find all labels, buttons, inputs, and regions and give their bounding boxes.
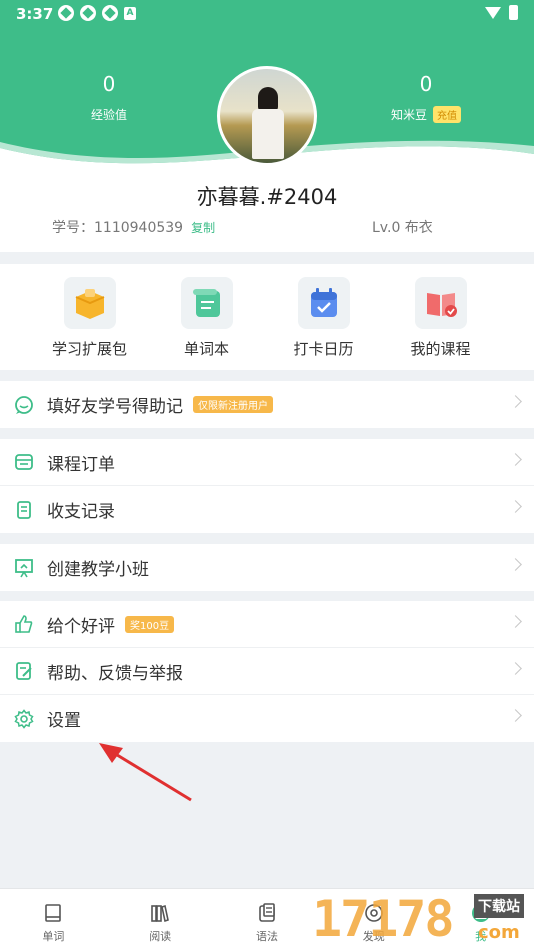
quick-item-label: 学习扩展包 — [51, 340, 127, 358]
copy-button[interactable]: 复制 — [191, 221, 215, 235]
chevron-right-icon — [509, 615, 522, 628]
menu-label: 给个好评 — [47, 616, 115, 637]
chevron-right-icon — [509, 500, 522, 513]
tab-label: 语法 — [255, 930, 278, 943]
wifi-icon — [485, 6, 501, 19]
app-notification-icon — [102, 5, 118, 21]
menu-group-misc: 给个好评 奖100豆 帮助、反馈与举报 设置 — [0, 601, 534, 742]
bottom-tab-bar: 单词 阅读 语法 发现 我 — [0, 888, 534, 950]
avatar[interactable] — [217, 66, 317, 166]
thumbs-up-icon — [14, 614, 34, 634]
menu-rate-app[interactable]: 给个好评 奖100豆 — [0, 601, 534, 648]
student-id-label: 学号： — [52, 220, 94, 236]
menu-invite-friend[interactable]: 填好友学号得助记 仅限新注册用户 — [0, 381, 534, 428]
new-user-tag: 仅限新注册用户 — [193, 396, 273, 413]
edit-document-icon — [14, 661, 34, 681]
battery-icon — [509, 5, 518, 20]
experience-value: 0 — [102, 72, 116, 96]
chevron-right-icon — [509, 395, 522, 408]
user-level: Lv.0 布衣 — [372, 220, 433, 236]
experience-stat[interactable]: 0 经验值 — [49, 72, 169, 123]
quick-item-label: 我的课程 — [410, 340, 471, 358]
menu-course-orders[interactable]: 课程订单 — [0, 439, 534, 486]
book-icon — [414, 277, 467, 329]
menu-label: 填好友学号得助记 — [47, 397, 183, 417]
calendar-icon — [297, 277, 350, 329]
app-notification-icon — [80, 5, 96, 21]
quick-item-my-courses[interactable]: 我的课程 — [382, 264, 499, 370]
package-icon — [63, 277, 116, 329]
annotation-arrow — [99, 743, 192, 802]
experience-label: 经验值 — [90, 108, 127, 122]
beans-label: 知米豆 — [390, 108, 427, 122]
menu-transaction-records[interactable]: 收支记录 — [0, 486, 534, 533]
quick-item-label: 打卡日历 — [293, 340, 354, 358]
watermark-digits: 17178 — [312, 890, 455, 948]
watermark-domain: com — [478, 922, 520, 943]
tab-label: 阅读 — [149, 930, 172, 943]
status-bar: 3:37 A — [0, 0, 534, 28]
chevron-right-icon — [509, 709, 522, 722]
beans-value: 0 — [419, 72, 433, 96]
presentation-board-icon — [14, 558, 34, 578]
quick-item-label: 单词本 — [183, 340, 229, 358]
reward-tag: 奖100豆 — [125, 615, 175, 633]
quick-item-checkin-calendar[interactable]: 打卡日历 — [265, 264, 382, 370]
menu-label: 设置 — [47, 711, 81, 731]
scroll-icon — [180, 277, 233, 329]
books-icon — [149, 902, 171, 924]
recharge-button[interactable]: 充值 — [433, 106, 461, 123]
status-time: 3:37 — [16, 5, 54, 23]
menu-settings[interactable]: 设置 — [0, 695, 534, 742]
chat-icon — [14, 395, 34, 415]
user-name: 亦暮暮.#2404 — [196, 185, 338, 209]
order-list-icon — [14, 452, 34, 472]
beans-stat[interactable]: 0 知米豆 充值 — [366, 72, 486, 123]
student-id: 学号：1110940539 复制 — [52, 217, 215, 237]
quick-item-wordbook[interactable]: 单词本 — [148, 264, 265, 370]
app-notification-icon — [58, 5, 74, 21]
notification-icons: A — [58, 5, 136, 21]
profile-info: 亦暮暮.#2404 学号：1110940539 复制 Lv.0 布衣 — [0, 175, 534, 252]
menu-create-class[interactable]: 创建教学小班 — [0, 544, 534, 591]
chevron-right-icon — [509, 662, 522, 675]
menu-label: 课程订单 — [47, 454, 115, 475]
menu-group-class: 创建教学小班 — [0, 544, 534, 591]
menu-label: 帮助、反馈与举报 — [47, 663, 183, 684]
chevron-right-icon — [509, 558, 522, 571]
tab-words[interactable]: 单词 — [0, 889, 107, 950]
menu-group-orders: 课程订单 收支记录 — [0, 439, 534, 533]
tab-reading[interactable]: 阅读 — [107, 889, 214, 950]
chevron-right-icon — [509, 453, 522, 466]
grammar-book-icon — [256, 902, 278, 924]
a-notification-icon: A — [124, 7, 136, 20]
tab-grammar[interactable]: 语法 — [214, 889, 321, 950]
gear-icon — [14, 708, 34, 729]
menu-help-feedback[interactable]: 帮助、反馈与举报 — [0, 648, 534, 695]
receipt-icon — [14, 500, 34, 520]
tab-label: 单词 — [42, 930, 65, 943]
menu-label: 创建教学小班 — [47, 560, 149, 580]
book-icon — [42, 902, 64, 924]
watermark-badge: 下载站 — [474, 894, 524, 918]
quick-actions: 学习扩展包 单词本 打卡日历 我的课程 — [0, 264, 534, 370]
quick-item-expansion-pack[interactable]: 学习扩展包 — [31, 264, 148, 370]
menu-label: 收支记录 — [47, 502, 115, 522]
menu-group-invite: 填好友学号得助记 仅限新注册用户 — [0, 381, 534, 428]
student-id-value: 1110940539 — [94, 220, 184, 236]
